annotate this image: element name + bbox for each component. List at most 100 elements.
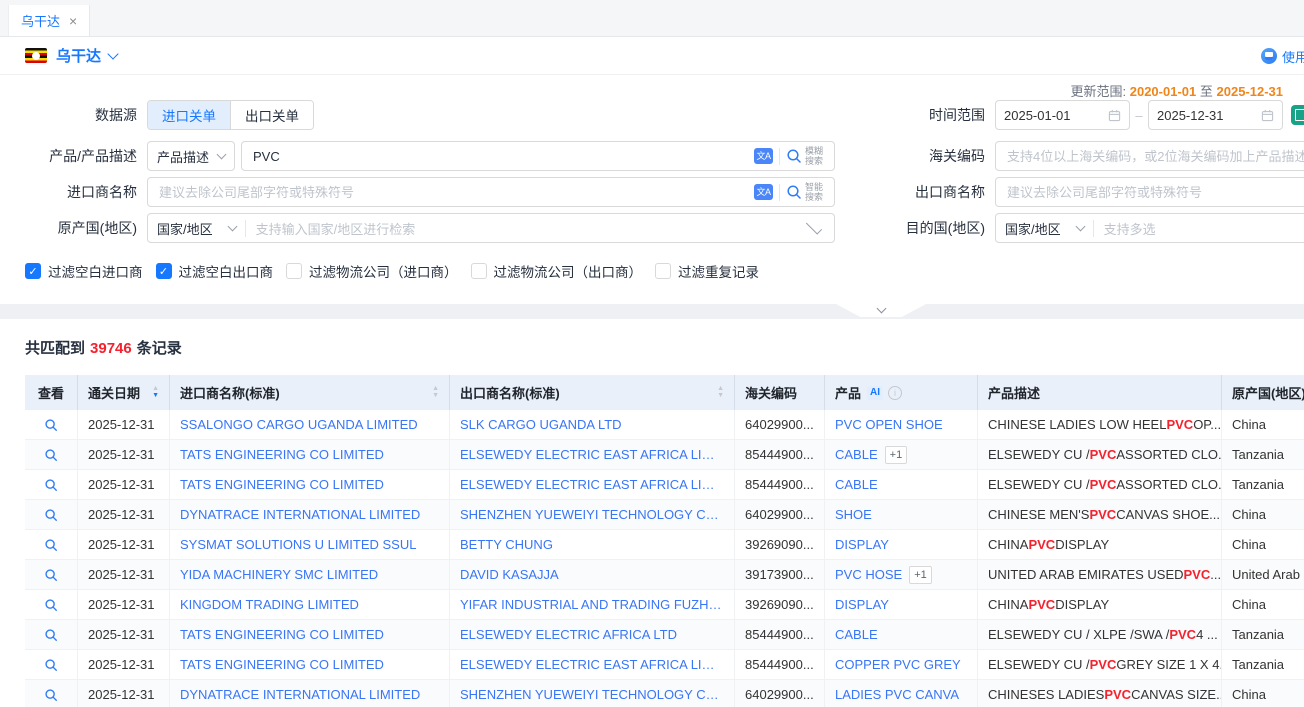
tab-uganda[interactable]: 乌干达 ×	[8, 5, 90, 36]
exporter-link[interactable]: BETTY CHUNG	[460, 537, 553, 552]
checkbox-checked-icon[interactable]: ✓	[156, 263, 172, 279]
hs-code-input[interactable]	[1005, 148, 1304, 165]
importer-link[interactable]: TATS ENGINEERING CO LIMITED	[180, 627, 384, 642]
view-record-button[interactable]	[44, 568, 58, 582]
cell-view	[25, 680, 78, 707]
filter-checkbox[interactable]: ✓过滤空白进口商	[25, 261, 143, 281]
date-start-input[interactable]: 2025-01-01	[995, 100, 1130, 130]
filter-checkbox[interactable]: ✓过滤空白出口商	[156, 261, 274, 281]
importer-link[interactable]: KINGDOM TRADING LIMITED	[180, 597, 359, 612]
exporter-link[interactable]: SLK CARGO UGANDA LTD	[460, 417, 622, 432]
exporter-input[interactable]	[1005, 184, 1304, 201]
smart-search-button[interactable]: 智能搜索	[786, 182, 825, 202]
filter-checkbox[interactable]: 过滤物流公司（出口商）	[471, 261, 643, 281]
data-source-option[interactable]: 出口关单	[230, 101, 313, 129]
view-record-button[interactable]	[44, 418, 58, 432]
product-link[interactable]: SHOE	[835, 507, 872, 522]
product-link[interactable]: COPPER PVC GREY	[835, 657, 961, 672]
importer-link[interactable]: SSALONGO CARGO UGANDA LIMITED	[180, 417, 418, 432]
exporter-link[interactable]: ELSEWEDY ELECTRIC EAST AFRICA LIMTED	[460, 477, 724, 492]
filter-checkbox[interactable]: 过滤物流公司（进口商）	[286, 261, 458, 281]
cell-hs_code: 85444900...	[735, 440, 825, 470]
product-link[interactable]: DISPLAY	[835, 537, 889, 552]
cell-origin: China	[1222, 590, 1304, 620]
sort-carets-icon[interactable]: ▲▼	[711, 386, 724, 399]
importer-link[interactable]: SYSMAT SOLUTIONS U LIMITED SSUL	[180, 537, 416, 552]
cell-description: CHINESE MEN'S PVC CANVAS SHOE...	[978, 500, 1222, 530]
checkbox-checked-icon[interactable]: ✓	[25, 263, 41, 279]
filter-checkbox[interactable]: 过滤重复记录	[655, 261, 759, 281]
view-record-button[interactable]	[44, 508, 58, 522]
cell-description: ELSEWEDY CU /PVC GREY SIZE 1 X 4...	[978, 650, 1222, 680]
translate-icon[interactable]: 文A	[754, 148, 773, 164]
exporter-link[interactable]: ELSEWEDY ELECTRIC EAST AFRICA LIMTED	[460, 447, 724, 462]
more-products-tag[interactable]: +1	[885, 446, 908, 464]
country-selector[interactable]: 乌干达	[56, 45, 101, 66]
checkbox-unchecked-icon[interactable]	[471, 263, 487, 279]
product-link[interactable]: CABLE	[835, 447, 878, 462]
checkbox-unchecked-icon[interactable]	[286, 263, 302, 279]
importer-link[interactable]: TATS ENGINEERING CO LIMITED	[180, 447, 384, 462]
info-icon[interactable]: i	[888, 386, 902, 400]
view-record-button[interactable]	[44, 688, 58, 702]
exporter-link[interactable]: DAVID KASAJJA	[460, 567, 559, 582]
sort-carets-icon[interactable]: ▲▼	[146, 386, 159, 399]
date-end-input[interactable]: 2025-12-31	[1148, 100, 1283, 130]
view-record-button[interactable]	[44, 478, 58, 492]
column-header-date[interactable]: 通关日期▲▼	[78, 375, 170, 410]
exporter-link[interactable]: SHENZHEN YUEWEIYI TECHNOLOGY CO LTD	[460, 507, 724, 522]
chevron-down-icon[interactable]	[107, 48, 118, 59]
fuzzy-search-button[interactable]: 模糊搜索	[786, 146, 825, 166]
importer-input[interactable]	[157, 184, 748, 201]
cell-origin: Tanzania	[1222, 440, 1304, 470]
usage-guide-icon	[1261, 48, 1277, 64]
results-summary: 共匹配到39746条记录	[25, 337, 182, 358]
cell-date: 2025-12-31	[78, 410, 170, 440]
product-link[interactable]: PVC HOSE	[835, 567, 902, 582]
product-input[interactable]	[251, 148, 748, 165]
cell-importer: DYNATRACE INTERNATIONAL LIMITED	[170, 500, 450, 530]
product-link[interactable]: DISPLAY	[835, 597, 889, 612]
close-icon[interactable]: ×	[69, 14, 77, 28]
view-record-button[interactable]	[44, 628, 58, 642]
product-link[interactable]: CABLE	[835, 477, 878, 492]
calendar-icon	[1261, 109, 1274, 122]
cell-importer: SYSMAT SOLUTIONS U LIMITED SSUL	[170, 530, 450, 560]
highlighted-term: PVC	[1169, 627, 1196, 642]
cell-product: DISPLAY	[825, 590, 978, 620]
data-source-option[interactable]: 进口关单	[148, 101, 230, 129]
column-header-exporter[interactable]: 出口商名称(标准)▲▼	[450, 375, 735, 410]
exporter-link[interactable]: ELSEWEDY ELECTRIC AFRICA LTD	[460, 627, 677, 642]
view-record-button[interactable]	[44, 538, 58, 552]
column-header-description: 产品描述	[978, 375, 1222, 410]
more-products-tag[interactable]: +1	[909, 566, 932, 584]
cell-description: CHINA PVC DISPLAY	[978, 530, 1222, 560]
exporter-link[interactable]: ELSEWEDY ELECTRIC EAST AFRICA LIMTED	[460, 657, 724, 672]
view-record-button[interactable]	[44, 448, 58, 462]
cell-date: 2025-12-31	[78, 530, 170, 560]
checkbox-unchecked-icon[interactable]	[655, 263, 671, 279]
column-header-importer[interactable]: 进口商名称(标准)▲▼	[170, 375, 450, 410]
excel-export-icon[interactable]	[1291, 105, 1304, 125]
cell-hs_code: 64029900...	[735, 500, 825, 530]
sort-carets-icon[interactable]: ▲▼	[426, 386, 439, 399]
importer-link[interactable]: TATS ENGINEERING CO LIMITED	[180, 657, 384, 672]
product-type-select[interactable]: 产品描述	[147, 141, 235, 171]
product-link[interactable]: PVC OPEN SHOE	[835, 417, 943, 432]
product-link[interactable]: CABLE	[835, 627, 878, 642]
exporter-link[interactable]: YIFAR INDUSTRIAL AND TRADING FUZHOU...	[460, 597, 724, 612]
view-record-button[interactable]	[44, 658, 58, 672]
usage-guide-link[interactable]: 使用	[1261, 37, 1304, 75]
exporter-link[interactable]: SHENZHEN YUEWEIYI TECHNOLOGY CO LTD	[460, 687, 724, 702]
destination-select[interactable]: 国家/地区 支持多选	[995, 213, 1304, 243]
cell-view	[25, 620, 78, 650]
importer-link[interactable]: DYNATRACE INTERNATIONAL LIMITED	[180, 687, 420, 702]
product-link[interactable]: LADIES PVC CANVA	[835, 687, 959, 702]
importer-link[interactable]: YIDA MACHINERY SMC LIMITED	[180, 567, 378, 582]
date-start-value: 2025-01-01	[1004, 108, 1071, 123]
importer-link[interactable]: TATS ENGINEERING CO LIMITED	[180, 477, 384, 492]
importer-link[interactable]: DYNATRACE INTERNATIONAL LIMITED	[180, 507, 420, 522]
translate-icon[interactable]: 文A	[754, 184, 773, 200]
view-record-button[interactable]	[44, 598, 58, 612]
origin-select[interactable]: 国家/地区 支持输入国家/地区进行检索	[147, 213, 835, 243]
